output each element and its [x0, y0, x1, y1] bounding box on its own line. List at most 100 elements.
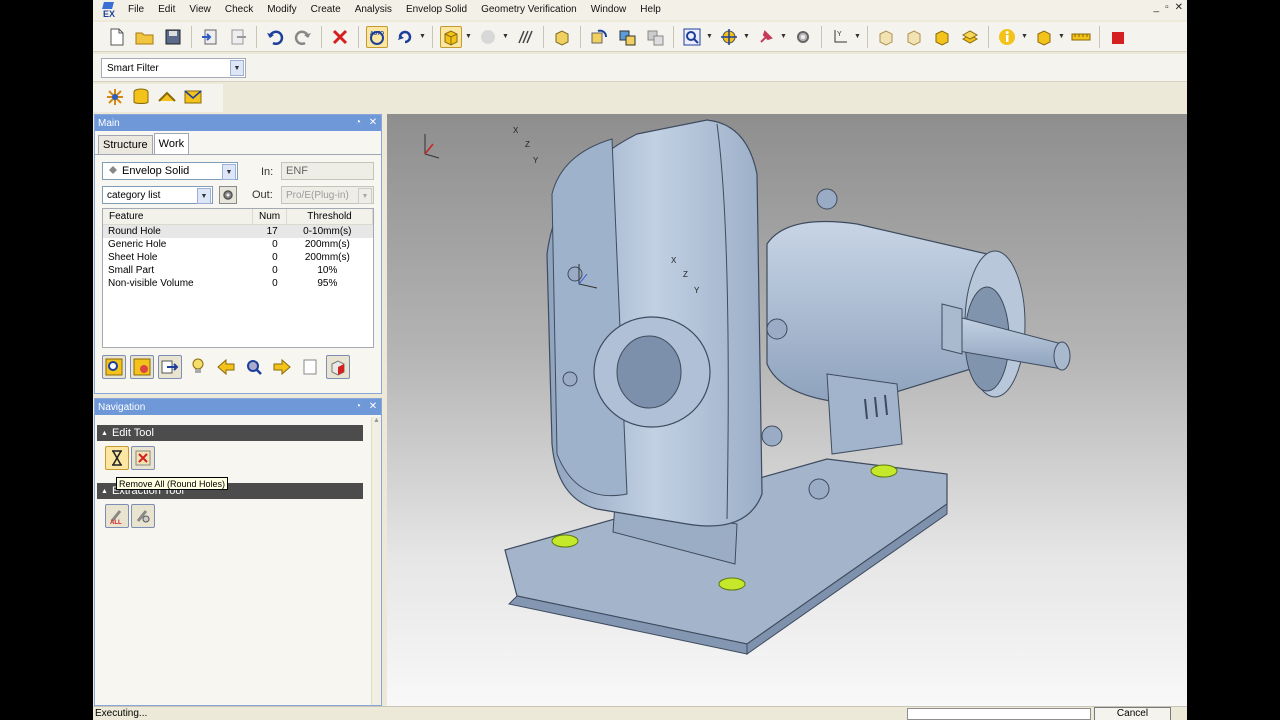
shaded-cube-icon[interactable] [440, 25, 462, 48]
category-select[interactable]: category list ▼ [102, 186, 213, 204]
chevron-down-icon[interactable]: ▼ [706, 33, 713, 40]
delete-icon[interactable] [329, 26, 351, 48]
find-button[interactable] [242, 355, 266, 379]
view-orient-icon[interactable] [718, 26, 740, 48]
explode-icon[interactable] [105, 87, 125, 110]
lightbulb-button[interactable] [186, 355, 210, 379]
app-logo-icon[interactable]: EX [99, 1, 119, 19]
table-row[interactable]: Non-visible Volume 0 95% [103, 277, 373, 290]
chevron-down-icon[interactable]: ▼ [465, 33, 472, 40]
menu-analysis[interactable]: Analysis [348, 0, 399, 20]
chevron-down-icon[interactable]: ▼ [1021, 33, 1028, 40]
chevron-down-icon[interactable]: ▼ [502, 33, 509, 40]
column-header-feature[interactable]: Feature [103, 208, 253, 225]
pin-panel-icon[interactable]: ◔ [352, 400, 364, 412]
search-feature-button[interactable] [102, 355, 126, 379]
column-header-num[interactable]: Num [253, 208, 287, 225]
chevron-down-icon[interactable]: ▼ [197, 188, 211, 204]
simplify-icon[interactable] [157, 87, 177, 110]
apply-button[interactable] [158, 355, 182, 379]
pin-icon[interactable] [755, 26, 777, 48]
table-row[interactable]: Sheet Hole 0 200mm(s) [103, 251, 373, 264]
auto-rotate-icon[interactable]: AUTO [366, 25, 388, 48]
zoom-icon[interactable] [681, 26, 703, 48]
close-button[interactable]: ✕ [1175, 2, 1183, 13]
properties-icon[interactable] [1033, 26, 1055, 48]
scroll-up-icon[interactable]: ▲ [372, 417, 381, 424]
menu-file[interactable]: File [121, 0, 151, 20]
cancel-button[interactable]: Cancel [1094, 707, 1171, 720]
extract-selected-button[interactable] [131, 504, 155, 528]
next-button[interactable] [270, 355, 294, 379]
menu-envelop-solid[interactable]: Envelop Solid [399, 0, 474, 20]
menu-check[interactable]: Check [218, 0, 260, 20]
compare-icon[interactable] [644, 26, 666, 48]
chevron-down-icon[interactable]: ▼ [1058, 33, 1065, 40]
3d-viewport[interactable]: X Z Y X Z Y [387, 114, 1187, 706]
rotate-icon[interactable] [394, 26, 416, 48]
new-file-icon[interactable] [106, 26, 128, 48]
redo-icon[interactable] [292, 26, 314, 48]
table-row[interactable]: Generic Hole 0 200mm(s) [103, 238, 373, 251]
remove-all-button[interactable] [105, 446, 129, 470]
recognize-button[interactable] [130, 355, 154, 379]
box-stack-icon[interactable] [931, 26, 953, 48]
menu-help[interactable]: Help [633, 0, 668, 20]
chevron-down-icon[interactable]: ▼ [780, 33, 787, 40]
extract-all-button[interactable]: ALL [105, 504, 129, 528]
menu-geometry-verification[interactable]: Geometry Verification [474, 0, 584, 20]
close-icon[interactable]: ✕ [367, 116, 379, 128]
box-icon[interactable] [875, 26, 897, 48]
navigation-scrollbar[interactable]: ▲ [371, 417, 381, 705]
window-controls: _ ▫ ✕ [1154, 2, 1184, 13]
menu-modify[interactable]: Modify [260, 0, 303, 20]
smart-filter-select[interactable]: Smart Filter ▼ [101, 58, 246, 78]
exit-icon[interactable] [1107, 26, 1129, 48]
undo-icon[interactable] [264, 26, 286, 48]
page-button[interactable] [298, 355, 322, 379]
chevron-down-icon[interactable]: ▼ [854, 33, 861, 40]
chevron-down-icon[interactable]: ▼ [230, 60, 244, 76]
envelope-icon[interactable] [183, 87, 203, 110]
gear-icon[interactable] [792, 26, 814, 48]
measure-icon[interactable] [1070, 26, 1092, 48]
close-icon[interactable]: ✕ [367, 400, 379, 412]
chevron-down-icon[interactable]: ▼ [743, 33, 750, 40]
update-icon[interactable] [588, 26, 610, 48]
minimize-button[interactable]: _ [1154, 2, 1160, 13]
hatch-icon[interactable] [514, 26, 536, 48]
column-header-threshold[interactable]: Threshold [287, 208, 373, 225]
sphere-icon[interactable] [477, 26, 499, 48]
layers-icon[interactable] [959, 26, 981, 48]
save-icon[interactable] [162, 26, 184, 48]
chevron-down-icon[interactable]: ▼ [419, 33, 426, 40]
table-row[interactable]: Small Part 0 10% [103, 264, 373, 277]
box-open-icon[interactable] [903, 26, 925, 48]
edit-tool-section[interactable]: ▲ Edit Tool [97, 425, 363, 441]
category-settings-button[interactable] [219, 186, 237, 204]
chevron-down-icon[interactable]: ▼ [222, 164, 236, 180]
axis-icon[interactable]: Y [829, 26, 851, 48]
previous-button[interactable] [214, 355, 238, 379]
table-row[interactable]: Round Hole 17 0-10mm(s) [103, 225, 373, 238]
cube-button[interactable] [326, 355, 350, 379]
info-icon[interactable] [996, 26, 1018, 48]
restore-button[interactable]: ▫ [1165, 2, 1169, 13]
remove-selected-button[interactable] [131, 446, 155, 470]
tab-work[interactable]: Work [153, 133, 190, 154]
menu-view[interactable]: View [182, 0, 218, 20]
menu-edit[interactable]: Edit [151, 0, 182, 20]
database-icon[interactable] [131, 87, 151, 110]
toolbar-separator [358, 25, 359, 48]
pin-panel-icon[interactable]: ◔ [352, 116, 364, 128]
menu-create[interactable]: Create [304, 0, 348, 20]
replace-icon[interactable] [616, 26, 638, 48]
import-icon[interactable] [199, 26, 221, 48]
export-icon[interactable] [227, 26, 249, 48]
menu-window[interactable]: Window [584, 0, 634, 20]
mode-select[interactable]: Envelop Solid ▼ [102, 162, 238, 180]
open-folder-icon[interactable] [134, 26, 156, 48]
status-bar: Executing... Cancel [93, 706, 1187, 720]
part-cube-icon[interactable] [551, 26, 573, 48]
tab-structure[interactable]: Structure [98, 135, 153, 154]
